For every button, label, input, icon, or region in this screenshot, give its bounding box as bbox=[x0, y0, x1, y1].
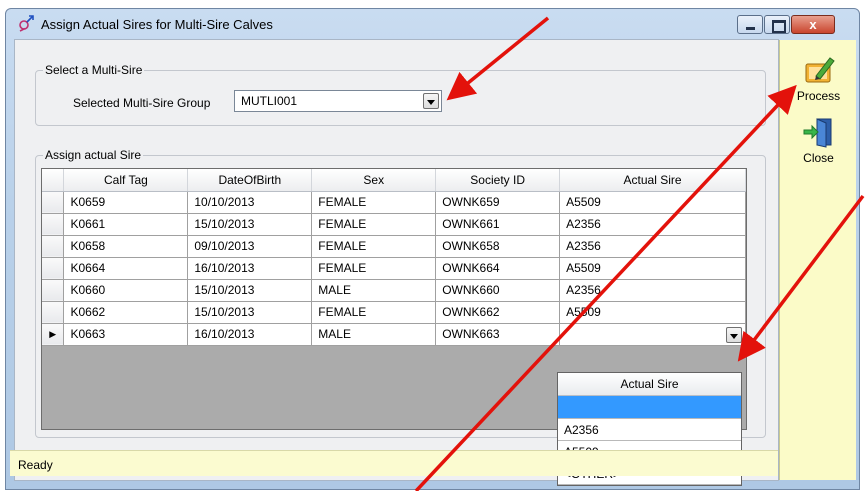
cell-actual-sire[interactable]: A2356 bbox=[559, 279, 746, 302]
grid-header-row: Calf Tag DateOfBirth Sex Society ID Actu… bbox=[42, 169, 746, 192]
cell-calf-tag[interactable]: K0662 bbox=[63, 301, 189, 324]
cell-date-of-birth[interactable]: 15/10/2013 bbox=[187, 301, 313, 324]
notepad-pencil-icon bbox=[805, 57, 835, 83]
dropdown-header: Actual Sire bbox=[558, 373, 741, 396]
chevron-down-icon[interactable] bbox=[423, 93, 439, 109]
close-window-button[interactable]: x bbox=[791, 15, 835, 34]
cell-actual-sire[interactable]: A5509 bbox=[559, 191, 746, 214]
cell-sex[interactable]: MALE bbox=[311, 323, 437, 346]
cell-society-id[interactable]: OWNK661 bbox=[435, 213, 561, 236]
cell-society-id[interactable]: OWNK659 bbox=[435, 191, 561, 214]
table-row-current[interactable]: ▶ K0663 16/10/2013 MALE OWNK663 bbox=[42, 323, 746, 346]
column-header-calf-tag[interactable]: Calf Tag bbox=[63, 169, 189, 192]
cell-date-of-birth[interactable]: 16/10/2013 bbox=[187, 257, 313, 280]
cell-sex[interactable]: FEMALE bbox=[311, 191, 437, 214]
row-header[interactable] bbox=[42, 235, 65, 258]
chevron-down-icon[interactable] bbox=[726, 326, 742, 343]
cell-actual-sire[interactable]: A5509 bbox=[559, 301, 746, 324]
table-row[interactable]: K0660 15/10/2013 MALE OWNK660 A2356 bbox=[42, 279, 746, 302]
multi-sire-group-value: MUTLI001 bbox=[241, 94, 298, 108]
multi-sire-group-combo[interactable]: MUTLI001 bbox=[234, 90, 442, 112]
table-row[interactable]: K0658 09/10/2013 FEMALE OWNK658 A2356 bbox=[42, 235, 746, 258]
table-row[interactable]: K0661 15/10/2013 FEMALE OWNK661 A2356 bbox=[42, 213, 746, 236]
cell-society-id[interactable]: OWNK664 bbox=[435, 257, 561, 280]
cell-calf-tag[interactable]: K0663 bbox=[63, 323, 189, 346]
cell-sex[interactable]: FEMALE bbox=[311, 213, 437, 236]
calves-table: Calf Tag DateOfBirth Sex Society ID Actu… bbox=[42, 169, 746, 346]
cell-society-id[interactable]: OWNK660 bbox=[435, 279, 561, 302]
window-title: Assign Actual Sires for Multi-Sire Calve… bbox=[41, 17, 273, 32]
cell-actual-sire[interactable]: A2356 bbox=[559, 235, 746, 258]
cell-calf-tag[interactable]: K0661 bbox=[63, 213, 189, 236]
column-header-sex[interactable]: Sex bbox=[311, 169, 437, 192]
process-button-label: Process bbox=[796, 89, 841, 103]
row-header[interactable] bbox=[42, 257, 65, 280]
cell-date-of-birth[interactable]: 15/10/2013 bbox=[187, 279, 313, 302]
row-header[interactable] bbox=[42, 279, 65, 302]
status-bar: Ready bbox=[10, 450, 778, 476]
dropdown-option-blank[interactable] bbox=[558, 396, 741, 419]
table-row[interactable]: K0664 16/10/2013 FEMALE OWNK664 A5509 bbox=[42, 257, 746, 280]
row-header[interactable] bbox=[42, 213, 65, 236]
cell-society-id[interactable]: OWNK663 bbox=[435, 323, 561, 346]
close-icon: x bbox=[809, 17, 817, 32]
table-row[interactable]: K0659 10/10/2013 FEMALE OWNK659 A5509 bbox=[42, 191, 746, 214]
assign-sire-group-legend: Assign actual Sire bbox=[43, 148, 144, 162]
column-header-date-of-birth[interactable]: DateOfBirth bbox=[187, 169, 313, 192]
dropdown-option-a2356[interactable]: A2356 bbox=[558, 419, 741, 441]
close-button[interactable]: Close bbox=[780, 116, 857, 165]
table-row[interactable]: K0662 15/10/2013 FEMALE OWNK662 A5509 bbox=[42, 301, 746, 324]
maximize-button[interactable] bbox=[764, 15, 790, 34]
close-button-label: Close bbox=[803, 151, 834, 165]
row-header[interactable] bbox=[42, 191, 65, 214]
row-header[interactable] bbox=[42, 301, 65, 324]
cell-date-of-birth[interactable]: 16/10/2013 bbox=[187, 323, 313, 346]
cell-society-id[interactable]: OWNK658 bbox=[435, 235, 561, 258]
multi-sire-group-legend: Select a Multi-Sire bbox=[43, 63, 145, 77]
cell-sex[interactable]: FEMALE bbox=[311, 301, 437, 324]
cell-date-of-birth[interactable]: 15/10/2013 bbox=[187, 213, 313, 236]
cell-date-of-birth[interactable]: 10/10/2013 bbox=[187, 191, 313, 214]
column-header-actual-sire[interactable]: Actual Sire bbox=[559, 169, 746, 192]
multi-sire-group-label: Selected Multi-Sire Group bbox=[73, 96, 211, 110]
cell-actual-sire[interactable]: A2356 bbox=[559, 213, 746, 236]
cell-sex[interactable]: FEMALE bbox=[311, 235, 437, 258]
cell-calf-tag[interactable]: K0659 bbox=[63, 191, 189, 214]
cell-date-of-birth[interactable]: 09/10/2013 bbox=[187, 235, 313, 258]
cell-sex[interactable]: MALE bbox=[311, 279, 437, 302]
row-header-corner bbox=[42, 169, 65, 192]
cell-calf-tag[interactable]: K0660 bbox=[63, 279, 189, 302]
cell-sex[interactable]: FEMALE bbox=[311, 257, 437, 280]
cell-calf-tag[interactable]: K0658 bbox=[63, 235, 189, 258]
current-row-indicator-icon[interactable]: ▶ bbox=[42, 323, 65, 346]
cell-actual-sire-editor[interactable] bbox=[559, 323, 746, 346]
status-text: Ready bbox=[18, 458, 53, 472]
cell-actual-sire[interactable]: A5509 bbox=[559, 257, 746, 280]
minimize-button[interactable] bbox=[737, 15, 763, 34]
process-button[interactable]: Process bbox=[780, 54, 857, 103]
title-bar[interactable]: Assign Actual Sires for Multi-Sire Calve… bbox=[6, 9, 859, 39]
cell-society-id[interactable]: OWNK662 bbox=[435, 301, 561, 324]
column-header-society-id[interactable]: Society ID bbox=[435, 169, 561, 192]
exit-door-icon bbox=[803, 118, 831, 148]
gender-symbol-icon bbox=[19, 15, 34, 32]
cell-calf-tag[interactable]: K0664 bbox=[63, 257, 189, 280]
side-toolbar: Process Close bbox=[779, 40, 856, 480]
